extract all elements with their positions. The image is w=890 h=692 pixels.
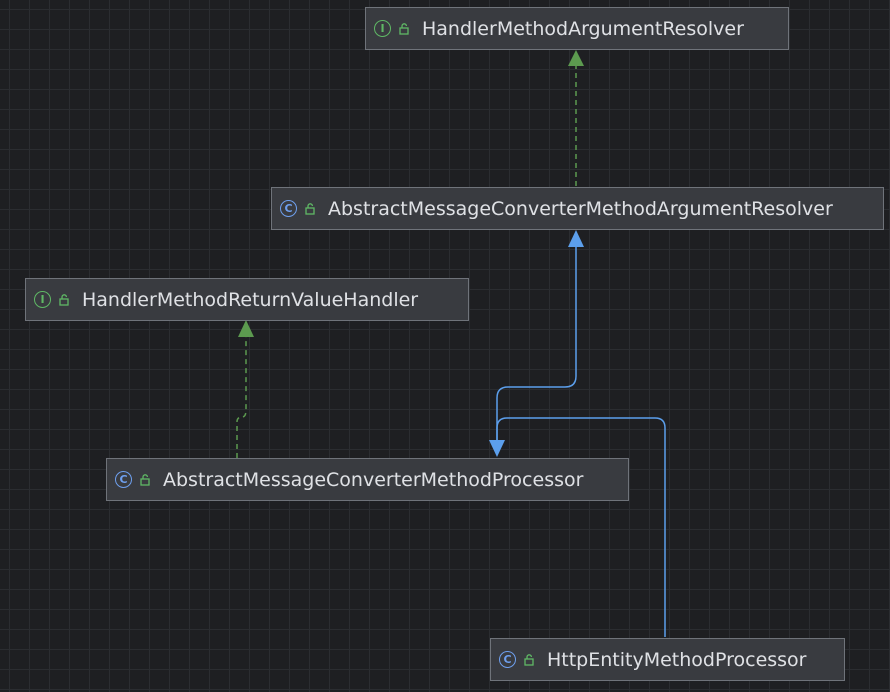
- extends-arrowhead: [489, 440, 505, 457]
- edge-processor-implements: [236, 320, 254, 458]
- edge-httpentity-extends: [489, 417, 666, 637]
- open-lock-icon: [399, 22, 410, 35]
- node-label: HandlerMethodArgumentResolver: [422, 17, 744, 40]
- edges-layer: [236, 50, 666, 637]
- node-abstract-message-converter-method-argument-resolver[interactable]: C AbstractMessageConverterMethodArgument…: [271, 187, 884, 230]
- extends-arrowhead: [568, 230, 584, 247]
- node-handler-method-argument-resolver[interactable]: I HandlerMethodArgumentResolver: [365, 7, 789, 50]
- edge-processor-extends: [496, 230, 584, 443]
- node-label: HandlerMethodReturnValueHandler: [82, 288, 419, 311]
- class-icon: C: [280, 200, 297, 217]
- open-lock-icon: [140, 473, 151, 486]
- node-label: AbstractMessageConverterMethodArgumentRe…: [328, 197, 833, 220]
- open-lock-icon: [524, 653, 535, 666]
- edge-argresolver-implements: [568, 50, 584, 186]
- node-label: HttpEntityMethodProcessor: [547, 648, 807, 671]
- implements-arrowhead: [238, 320, 254, 337]
- interface-icon: I: [34, 291, 51, 308]
- node-http-entity-method-processor[interactable]: C HttpEntityMethodProcessor: [490, 638, 845, 681]
- class-icon: C: [499, 651, 516, 668]
- implements-arrowhead: [568, 50, 584, 66]
- node-label: AbstractMessageConverterMethodProcessor: [163, 468, 584, 491]
- uml-diagram-canvas: I HandlerMethodArgumentResolver C Abstra…: [0, 0, 890, 692]
- node-abstract-message-converter-method-processor[interactable]: C AbstractMessageConverterMethodProcesso…: [106, 458, 629, 501]
- interface-icon: I: [374, 20, 391, 37]
- class-icon: C: [115, 471, 132, 488]
- open-lock-icon: [305, 202, 316, 215]
- node-handler-method-return-value-handler[interactable]: I HandlerMethodReturnValueHandler: [25, 278, 469, 321]
- open-lock-icon: [59, 293, 70, 306]
